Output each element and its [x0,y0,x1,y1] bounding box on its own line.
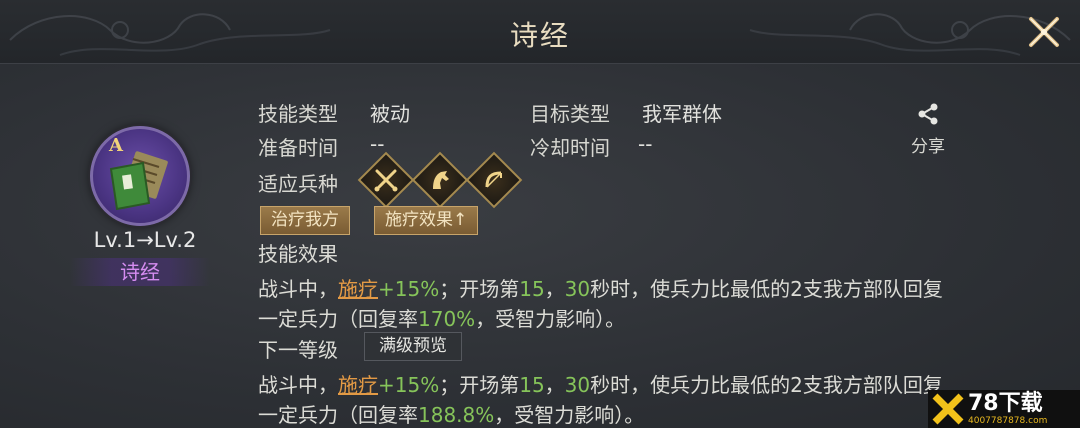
watermark-title: 78下载 [968,390,1043,416]
troop-infantry-badge [357,151,415,209]
share-icon [918,103,938,125]
cooldown-label: 冷却时间 [530,136,610,160]
site-watermark: 78下载 4007787878.com [928,390,1080,428]
skill-type-value: 被动 [370,102,410,126]
max-level-preview-button[interactable]: 满级预览 [364,332,462,361]
share-button[interactable]: 分享 [908,102,948,157]
next-effect-line-2: 一定兵力（回复率188.8%，受智力影响）。 [258,403,645,427]
heal-keyword-link[interactable]: 施疗 [338,277,378,301]
next-effect-line-1: 战斗中，施疗+15%；开场第15，30秒时，使兵力比最低的2支我方部队回复 [258,373,943,397]
skill-icon: A [90,126,190,226]
effect-line-1: 战斗中，施疗+15%；开场第15，30秒时，使兵力比最低的2支我方部队回复 [258,277,943,301]
effect-line-2: 一定兵力（回复率170%，受智力影响）。 [258,307,626,331]
header-bar: 诗经 [0,0,1080,64]
page-title: 诗经 [509,19,570,52]
book-scroll-icon [109,151,168,211]
troop-type-label: 适应兵种 [258,172,338,196]
prep-time-label: 准备时间 [258,136,338,160]
prep-time-value: -- [370,132,385,156]
tag-heal-ally: 治疗我方 [260,206,350,235]
skill-level-upgrade: Lv.1→Lv.2 [93,228,197,252]
next-level-effect-text: 战斗中，施疗+15%；开场第15，30秒时，使兵力比最低的2支我方部队回复 一定… [258,370,943,428]
skill-effect-text: 战斗中，施疗+15%；开场第15，30秒时，使兵力比最低的2支我方部队回复 一定… [258,274,943,334]
target-type-label: 目标类型 [530,102,610,126]
share-label: 分享 [911,137,945,157]
bow-icon [485,171,502,188]
horse-icon [433,171,449,189]
tag-heal-effect-up: 施疗效果↑ [374,206,479,235]
crossed-swords-icon [374,169,398,192]
close-button[interactable] [1022,10,1066,54]
heal-keyword-link-next[interactable]: 施疗 [338,373,378,397]
troop-archer-badge [465,151,523,209]
skill-detail-panel: A Lv.1→Lv.2 诗经 技能类型 被动 目标类型 我军群体 准备时间 --… [0,64,1080,428]
next-level-title: 下一等级 [258,338,338,362]
skill-type-label: 技能类型 [258,102,338,126]
skill-name: 诗经 [70,258,210,286]
x-logo-icon [928,390,968,428]
close-icon [1029,17,1059,47]
watermark-url: 4007787878.com [968,415,1048,426]
skill-effect-title: 技能效果 [258,242,338,266]
cooldown-value: -- [638,132,653,156]
target-type-value: 我军群体 [642,102,722,126]
troop-cavalry-badge [411,151,469,209]
